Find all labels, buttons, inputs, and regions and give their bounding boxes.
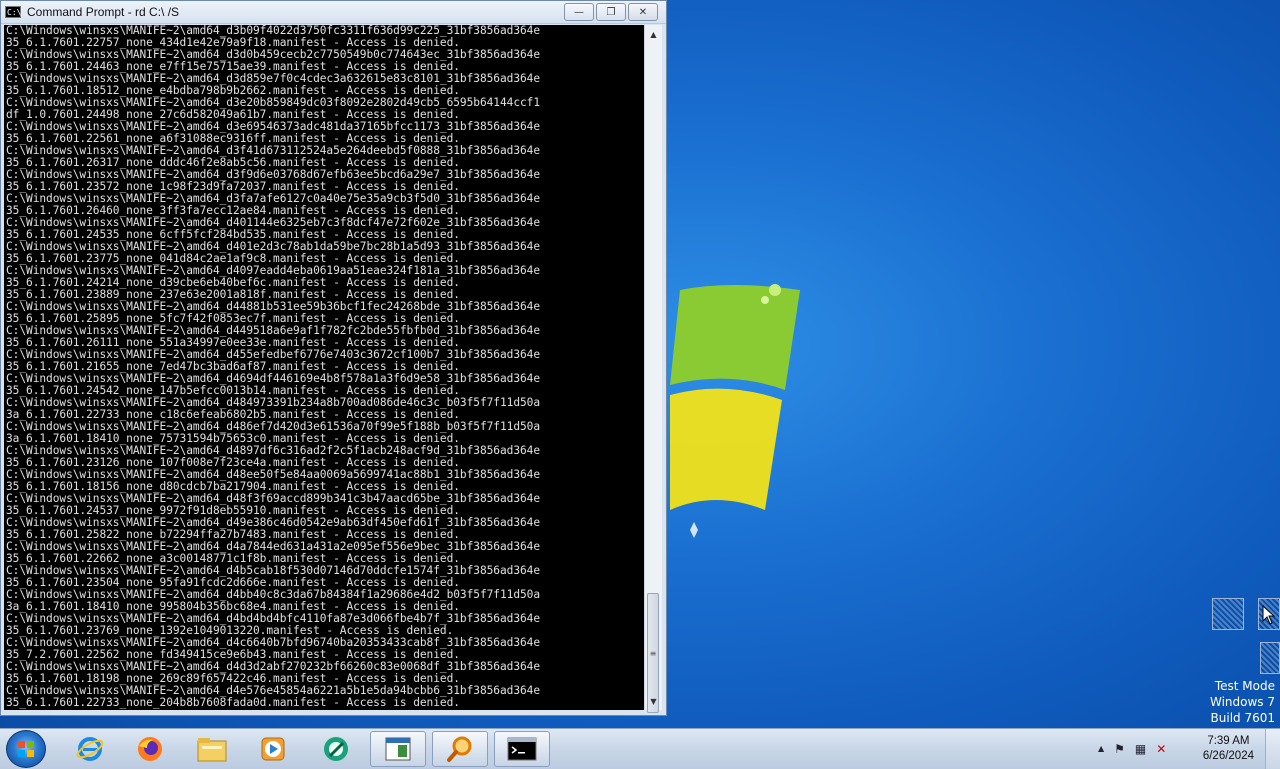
clock-time: 7:39 AM <box>1207 735 1250 747</box>
green-app-icon <box>324 737 348 761</box>
console-text: C:\Windows\winsxs\MANIFE~2\amd64_d3b09f4… <box>4 25 644 709</box>
action-center-flag-icon[interactable]: ⚑ <box>1114 742 1125 756</box>
show-desktop-button[interactable] <box>1265 729 1280 769</box>
taskbar-green-app[interactable] <box>308 731 364 767</box>
search-magnifier-icon <box>447 736 472 762</box>
taskbar-clock[interactable]: 7:39 AM 6/26/2024 <box>1203 734 1254 764</box>
system-tray: ▲ ⚑ ▦ ✕ 7:39 AM 6/26/2024 <box>1090 729 1280 769</box>
taskbar: ▲ ⚑ ▦ ✕ 7:39 AM 6/26/2024 <box>0 728 1280 769</box>
console-line: 35_6.1.7601.22733_none_204b8b7608fada0d.… <box>6 696 460 709</box>
network-icon[interactable]: ▦ <box>1135 742 1146 756</box>
mouse-cursor-icon <box>1262 604 1276 629</box>
internet-explorer-icon <box>76 737 104 761</box>
taskbar-file-explorer[interactable] <box>184 731 240 767</box>
desktop-icon-1[interactable] <box>1212 598 1244 630</box>
maximize-button[interactable]: ❐ <box>596 3 626 21</box>
clock-date: 6/26/2024 <box>1202 750 1254 762</box>
restore-icon: ❐ <box>606 6 616 18</box>
file-explorer-icon <box>197 738 227 762</box>
cmd-window-icon[interactable]: C:\ <box>5 6 21 18</box>
window-title: Command Prompt - rd C:\ /S <box>27 5 180 19</box>
watermark-line-2: Windows 7 <box>1209 695 1275 709</box>
windows-logo-wallpaper <box>670 270 810 550</box>
taskbar-firefox[interactable] <box>122 731 178 767</box>
taskbar-media-player[interactable] <box>245 731 301 767</box>
taskbar-internet-explorer[interactable] <box>62 731 118 767</box>
watermark-line-1: Test Mode <box>1214 679 1275 693</box>
scroll-down-button[interactable]: ▼ <box>646 693 661 709</box>
media-player-icon <box>261 737 285 761</box>
close-button[interactable]: ✕ <box>628 3 658 21</box>
console-output[interactable]: C:\Windows\winsxs\MANIFE~2\amd64_d3b09f4… <box>4 25 644 710</box>
show-hidden-icons-icon[interactable]: ▲ <box>1098 744 1104 756</box>
minimize-button[interactable]: — <box>564 3 594 21</box>
volume-muted-icon[interactable]: ✕ <box>1156 742 1166 756</box>
scroll-up-button[interactable]: ▲ <box>646 26 661 42</box>
minimize-icon: — <box>574 6 584 18</box>
vertical-scrollbar[interactable]: ▲ ≡ ▼ <box>644 25 662 713</box>
close-icon: ✕ <box>638 6 648 18</box>
command-prompt-window[interactable]: C:\ Command Prompt - rd C:\ /S — ❐ ✕ C:\… <box>0 0 667 716</box>
test-mode-watermark: Test Mode Windows 7 Build 7601 <box>1210 678 1275 726</box>
watermark-line-3: Build 7601 <box>1210 711 1275 725</box>
taskbar-search-tool[interactable] <box>432 731 488 767</box>
firefox-icon <box>138 737 162 761</box>
taskbar-notes-app[interactable] <box>370 731 426 767</box>
windows-flag-icon <box>18 741 34 757</box>
notes-app-icon <box>385 737 411 761</box>
desktop-icon-3[interactable] <box>1260 642 1280 674</box>
command-prompt-icon <box>507 737 537 761</box>
taskbar-command-prompt[interactable] <box>494 731 550 767</box>
start-button[interactable] <box>6 730 46 768</box>
window-titlebar[interactable]: C:\ Command Prompt - rd C:\ /S — ❐ ✕ <box>1 1 666 24</box>
